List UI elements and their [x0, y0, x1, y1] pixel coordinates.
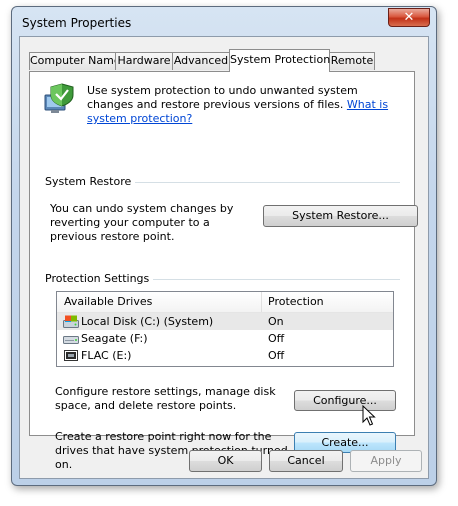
- drive-name: Seagate (F:): [81, 332, 148, 345]
- drive-protection-status: Off: [268, 332, 285, 345]
- window-title: System Properties: [22, 16, 132, 30]
- intro-text: Use system protection to undo unwanted s…: [87, 84, 407, 126]
- drive-name: Local Disk (C:) (System): [81, 315, 214, 328]
- cancel-button[interactable]: Cancel: [269, 450, 343, 472]
- tab-advanced[interactable]: Advanced: [172, 52, 230, 70]
- intro-description: Use system protection to undo unwanted s…: [87, 84, 358, 111]
- close-button[interactable]: ✕: [388, 8, 430, 27]
- removable-drive-icon: [63, 349, 79, 362]
- system-drive-icon: [63, 315, 79, 328]
- system-restore-heading: System Restore: [45, 175, 136, 188]
- protection-settings-heading: Protection Settings: [45, 272, 154, 285]
- drive-name: FLAC (E:): [81, 349, 132, 362]
- tab-hardware[interactable]: Hardware: [115, 52, 173, 70]
- system-restore-button[interactable]: System Restore...: [263, 205, 418, 227]
- title-bar[interactable]: System Properties ✕: [12, 7, 436, 37]
- tab-remote[interactable]: Remote: [329, 52, 375, 70]
- drive-protection-status: Off: [268, 349, 285, 362]
- configure-description: Configure restore settings, manage disk …: [55, 385, 276, 412]
- system-restore-divider: [112, 182, 400, 183]
- close-icon: ✕: [403, 10, 415, 25]
- system-restore-description: You can undo system changes by reverting…: [50, 202, 234, 243]
- configure-button[interactable]: Configure...: [294, 390, 396, 411]
- system-protection-shield-icon: [42, 82, 76, 116]
- column-header-available-drives[interactable]: Available Drives: [57, 292, 261, 312]
- hard-drive-icon: [63, 332, 79, 345]
- drive-protection-status: On: [268, 315, 284, 328]
- protection-settings-divider: [141, 279, 400, 280]
- drive-row[interactable]: Seagate (F:) Off: [57, 330, 393, 347]
- drives-list-header: Available Drives Protection: [57, 292, 393, 313]
- system-protection-panel: Use system protection to undo unwanted s…: [29, 71, 418, 471]
- mouse-pointer-icon: [362, 404, 376, 427]
- drive-row[interactable]: Local Disk (C:) (System) On: [57, 313, 393, 330]
- ok-button[interactable]: OK: [189, 450, 262, 472]
- available-drives-list[interactable]: Available Drives Protection Local Disk (…: [56, 291, 394, 367]
- column-header-protection[interactable]: Protection: [261, 292, 393, 312]
- drive-row[interactable]: FLAC (E:) Off: [57, 347, 393, 364]
- apply-button[interactable]: Apply: [350, 450, 422, 472]
- tab-system-protection[interactable]: System Protection: [229, 49, 330, 72]
- tab-computer-name[interactable]: Computer Name: [29, 52, 121, 70]
